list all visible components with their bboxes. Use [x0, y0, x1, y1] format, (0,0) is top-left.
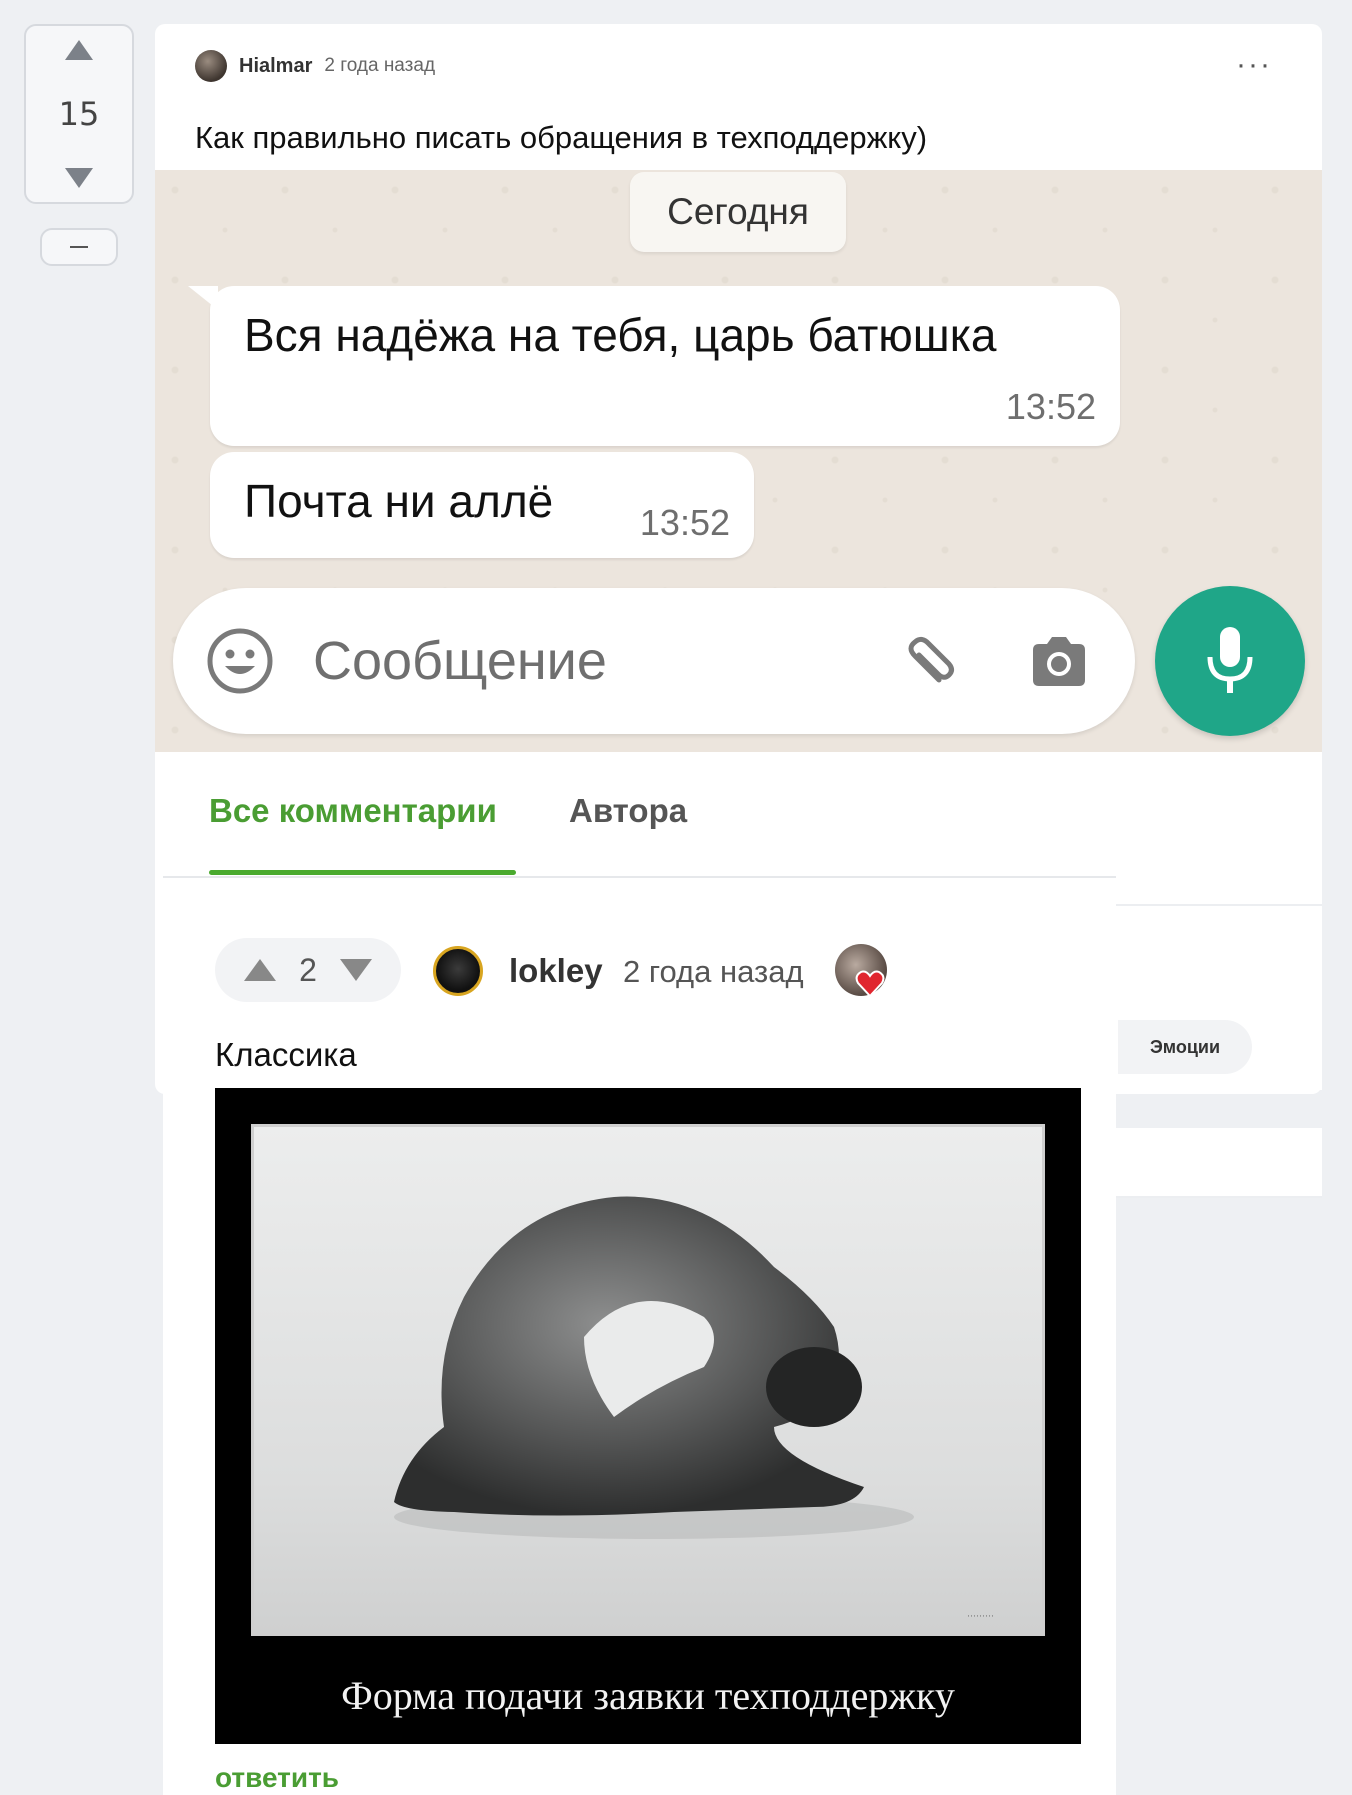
post-header: Hialmar 2 года назад: [195, 50, 435, 82]
comment-time: 2 года назад: [623, 954, 804, 989]
tab-author[interactable]: Автора: [569, 792, 687, 830]
mic-icon: [1207, 627, 1253, 693]
post-author[interactable]: Hialmar: [239, 55, 312, 78]
comment-upvote-icon[interactable]: [244, 959, 277, 981]
emoji-icon: [207, 628, 273, 694]
chat-input-bar: Сообщение: [173, 588, 1135, 734]
reply-link[interactable]: ответить: [215, 1762, 339, 1794]
upvote-icon[interactable]: [65, 40, 93, 60]
chat-input-placeholder: Сообщение: [313, 631, 607, 691]
minus-icon: [70, 246, 88, 248]
chat-message-time: 13:52: [1005, 386, 1096, 427]
comment: Эмоции 2 lokley 2 года назад Классика ··…: [155, 878, 1322, 1795]
svg-text:·········: ·········: [967, 1611, 994, 1621]
chat-date-label: Сегодня: [630, 172, 846, 252]
demotivator-photo: ·········: [251, 1124, 1045, 1636]
figure-silhouette: ·········: [394, 1196, 994, 1621]
comment-downvote-icon[interactable]: [339, 959, 372, 981]
chat-message-text: Почта ни аллё: [244, 475, 554, 527]
comment-tabs: Все комментарии Автора: [163, 770, 1116, 878]
active-tab-underline: [209, 870, 516, 875]
post-title: Как правильно писать обращения в техподд…: [195, 120, 928, 155]
comment-demotivator-image[interactable]: ········· Форма подачи заявки техподдерж…: [215, 1088, 1081, 1744]
comment-text: Классика: [215, 1036, 357, 1073]
comment-author[interactable]: lokley: [509, 952, 603, 990]
mic-button: [1155, 586, 1305, 736]
collapse-button[interactable]: [40, 228, 118, 266]
comment-vote: 2: [215, 938, 401, 1002]
more-dots-icon[interactable]: ···: [1236, 50, 1272, 80]
comment-body: 2 lokley 2 года назад Классика ·········…: [163, 878, 1116, 1795]
tab-all-comments[interactable]: Все комментарии: [209, 792, 497, 830]
chat-message-time: 13:52: [639, 502, 730, 543]
emotions-button[interactable]: Эмоции: [1118, 1020, 1252, 1074]
author-avatar[interactable]: [195, 50, 227, 82]
post-time: 2 года назад: [324, 55, 436, 76]
comment-author-avatar[interactable]: [433, 946, 483, 996]
demotivator-caption: Форма подачи заявки техподдержку: [341, 1673, 955, 1718]
downvote-icon[interactable]: [65, 168, 93, 188]
chat-message: Почта ни аллё 13:52: [210, 452, 754, 558]
chat-message: Вся надёжа на тебя, царь батюшка 13:52: [188, 286, 1120, 446]
camera-icon: [1033, 637, 1085, 686]
post-image-chat-screenshot: Сегодня Вся надёжа на тебя, царь батюшка…: [155, 170, 1322, 752]
post-vote-box: 15: [24, 24, 134, 204]
attach-icon: [908, 636, 954, 683]
comment-vote-count: 2: [299, 951, 317, 988]
post-vote-count: 15: [58, 95, 100, 133]
chat-message-text: Вся надёжа на тебя, царь батюшка: [244, 309, 997, 361]
heart-icon: [855, 970, 885, 998]
